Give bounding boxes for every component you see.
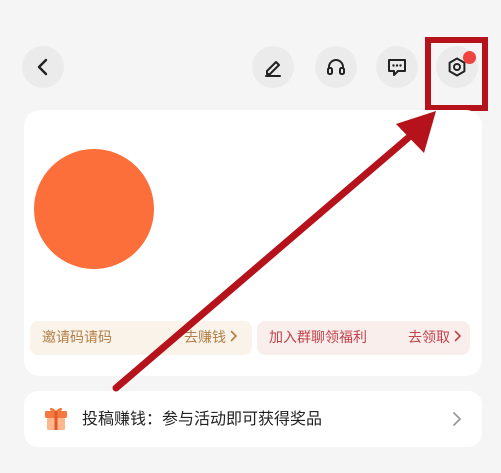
profile-card: 邀请码请码 去赚钱 加入群聊领福利 去领取	[24, 110, 482, 376]
earn-money-label: 去赚钱	[184, 330, 226, 346]
join-group-entry[interactable]: 加入群聊领福利 去领取	[257, 321, 470, 355]
invite-code-label: 邀请码请码	[42, 330, 112, 346]
edit-button[interactable]	[252, 46, 294, 88]
top-bar	[0, 0, 501, 111]
earn-money-link[interactable]: 去赚钱	[184, 321, 238, 355]
chevron-right-icon	[454, 321, 462, 355]
avatar[interactable]	[34, 149, 154, 269]
back-icon	[37, 58, 48, 76]
edit-icon	[265, 61, 281, 77]
settings-highlight-box	[425, 37, 488, 111]
customer-service-button[interactable]	[315, 46, 357, 88]
gift-icon	[45, 407, 67, 430]
claim-label: 去领取	[408, 330, 450, 346]
promo-banner[interactable]: 投稿赚钱：参与活动即可获得奖品	[24, 391, 482, 447]
claim-link[interactable]: 去领取	[408, 321, 462, 355]
chevron-right-icon	[230, 321, 238, 355]
message-icon	[388, 59, 406, 76]
promo-text: 投稿赚钱：参与活动即可获得奖品	[82, 409, 323, 428]
chevron-right-icon	[453, 412, 462, 426]
join-group-label: 加入群聊领福利	[269, 330, 367, 346]
message-button[interactable]	[376, 46, 418, 88]
back-button[interactable]	[22, 46, 64, 88]
invite-code-entry[interactable]: 邀请码请码 去赚钱	[30, 321, 252, 355]
headset-icon	[327, 59, 345, 75]
